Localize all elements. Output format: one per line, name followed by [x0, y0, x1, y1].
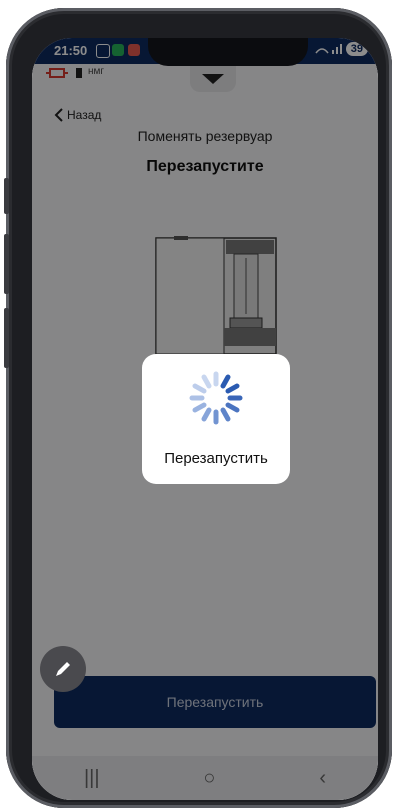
phone-frame: 21:50 39 нмг Назад Поменять резервуар Пе…: [4, 8, 392, 808]
side-button: [4, 178, 9, 214]
side-button: [4, 234, 9, 294]
edit-fab[interactable]: [40, 646, 86, 692]
loading-label: Перезапустить: [164, 450, 268, 467]
notch: [148, 38, 308, 66]
pencil-icon: [56, 662, 70, 676]
side-button: [4, 308, 9, 368]
screen: 21:50 39 нмг Назад Поменять резервуар Пе…: [32, 38, 378, 800]
spinner-icon: [189, 371, 243, 425]
loading-dialog: Перезапустить: [142, 354, 290, 484]
